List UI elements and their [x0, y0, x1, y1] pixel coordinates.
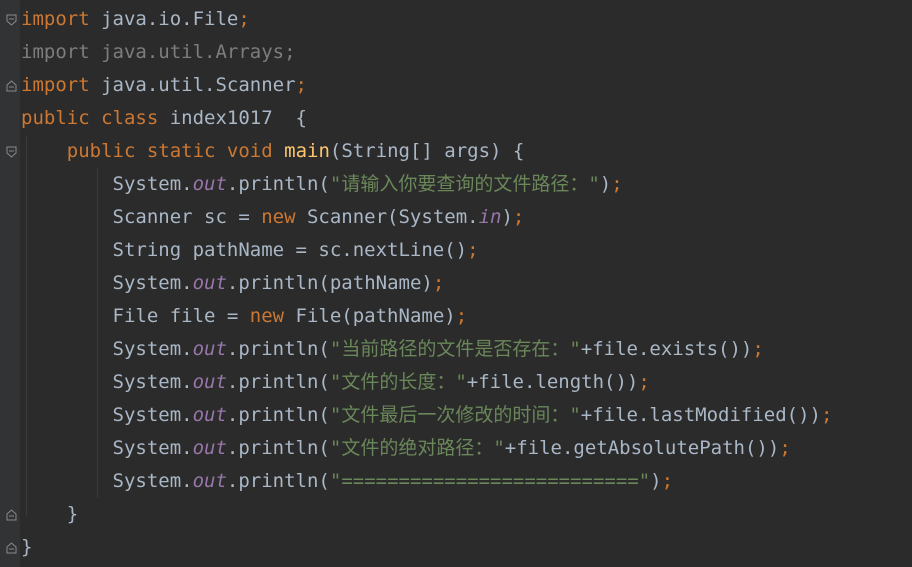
code-token: out [192, 338, 227, 360]
code-line[interactable]: File file = new File(pathName); [21, 300, 468, 333]
code-token: ; [661, 470, 674, 492]
code-token: main [284, 140, 330, 162]
code-line[interactable]: public class index1017 { [21, 102, 307, 135]
code-token: .println( [226, 470, 330, 492]
code-token: java.io.File [89, 8, 239, 30]
code-token: } [21, 536, 33, 558]
code-line[interactable]: import java.util.Scanner; [21, 69, 307, 102]
fold-close-icon[interactable] [6, 542, 17, 554]
code-token: ; [295, 74, 307, 96]
code-token: "当前路径的文件是否存在：" [329, 338, 581, 360]
code-line[interactable]: String pathName = sc.nextLine(); [21, 234, 479, 267]
code-token: String pathName = sc.nextLine() [21, 239, 468, 261]
code-token: ; [611, 173, 623, 195]
code-token: System. [21, 338, 193, 360]
code-token: System. [21, 173, 193, 195]
code-line[interactable]: System.out.println("当前路径的文件是否存在："+file.e… [21, 333, 764, 366]
code-token: .println(pathName) [226, 272, 433, 294]
code-line[interactable]: } [21, 498, 78, 531]
code-token: "文件最后一次修改的时间：" [329, 404, 581, 426]
code-token: "文件的长度：" [329, 371, 467, 393]
code-token: ; [455, 305, 468, 327]
code-token: .println( [226, 338, 330, 360]
code-token: ; [512, 206, 525, 228]
code-token: import [21, 8, 90, 30]
code-token: out [192, 371, 227, 393]
code-token: .println( [226, 404, 330, 426]
code-token: File file = [21, 305, 250, 327]
code-token: ; [752, 338, 764, 360]
code-token: System. [21, 470, 193, 492]
code-token: ) [650, 470, 662, 492]
code-line[interactable]: import java.io.File; [21, 3, 250, 36]
code-token: ; [432, 272, 445, 294]
code-token: (String[] args) { [329, 140, 525, 162]
fold-open-icon[interactable] [6, 146, 17, 158]
code-token: +file.exists()) [580, 338, 753, 360]
code-line[interactable]: System.out.println("====================… [21, 465, 674, 498]
code-token: index1017 { [158, 107, 307, 129]
code-token: .println( [226, 173, 330, 195]
code-token: } [21, 503, 79, 525]
code-line[interactable]: System.out.println(pathName); [21, 267, 445, 300]
code-token: out [192, 470, 227, 492]
code-token: java.util.Scanner [89, 74, 296, 96]
code-token: import [21, 41, 90, 63]
code-token: System. [21, 371, 193, 393]
code-token: ; [779, 437, 791, 459]
fold-close-icon[interactable] [6, 509, 17, 521]
code-line[interactable]: } [21, 531, 32, 564]
fold-open-icon[interactable] [6, 14, 17, 26]
code-token: ; [238, 8, 250, 30]
code-token: ; [638, 371, 650, 393]
code-token: File(pathName) [284, 305, 456, 327]
code-token: .println( [226, 371, 330, 393]
code-line[interactable]: System.out.println("文件最后一次修改的时间："+file.l… [21, 399, 833, 432]
code-editor[interactable]: import java.io.File; import java.util.Arr… [0, 0, 912, 567]
code-token: "文件的绝对路径：" [329, 437, 505, 459]
code-token: ; [820, 404, 833, 426]
code-line[interactable]: Scanner sc = new Scanner(System.in); [21, 201, 525, 234]
code-token: "==========================" [329, 470, 651, 492]
code-token: System. [21, 437, 193, 459]
code-token: +file.getAbsolutePath()) [504, 437, 780, 459]
code-token: public static void [66, 140, 273, 162]
code-token: ; [467, 239, 479, 261]
code-token: out [192, 173, 227, 195]
code-token: "请输入你要查询的文件路径：" [329, 173, 600, 195]
code-token: public class [21, 107, 159, 129]
code-line[interactable]: System.out.println("文件的长度："+file.length(… [21, 366, 650, 399]
code-line[interactable]: System.out.println("文件的绝对路径："+file.getAb… [21, 432, 791, 465]
code-line[interactable]: public static void main(String[] args) { [21, 135, 525, 168]
code-token: ) [501, 206, 513, 228]
code-token: in [478, 206, 502, 228]
code-token: System. [21, 272, 193, 294]
code-token: new [249, 305, 285, 327]
code-token: out [192, 272, 227, 294]
code-token: +file.length()) [466, 371, 639, 393]
code-token: +file.lastModified()) [580, 404, 821, 426]
fold-close-icon[interactable] [6, 80, 17, 92]
code-token: out [192, 404, 227, 426]
code-line[interactable]: System.out.println("请输入你要查询的文件路径："); [21, 168, 623, 201]
code-token: Scanner(System. [295, 206, 479, 228]
code-token: new [261, 206, 296, 228]
code-token: out [192, 437, 227, 459]
code-token: Scanner sc = [21, 206, 262, 228]
code-token: java.util.Arrays; [89, 41, 296, 63]
code-token: ) [599, 173, 612, 195]
code-token: System. [21, 404, 193, 426]
code-token: .println( [226, 437, 330, 459]
code-token: import [21, 74, 90, 96]
code-line[interactable]: import java.util.Arrays; [21, 36, 296, 69]
